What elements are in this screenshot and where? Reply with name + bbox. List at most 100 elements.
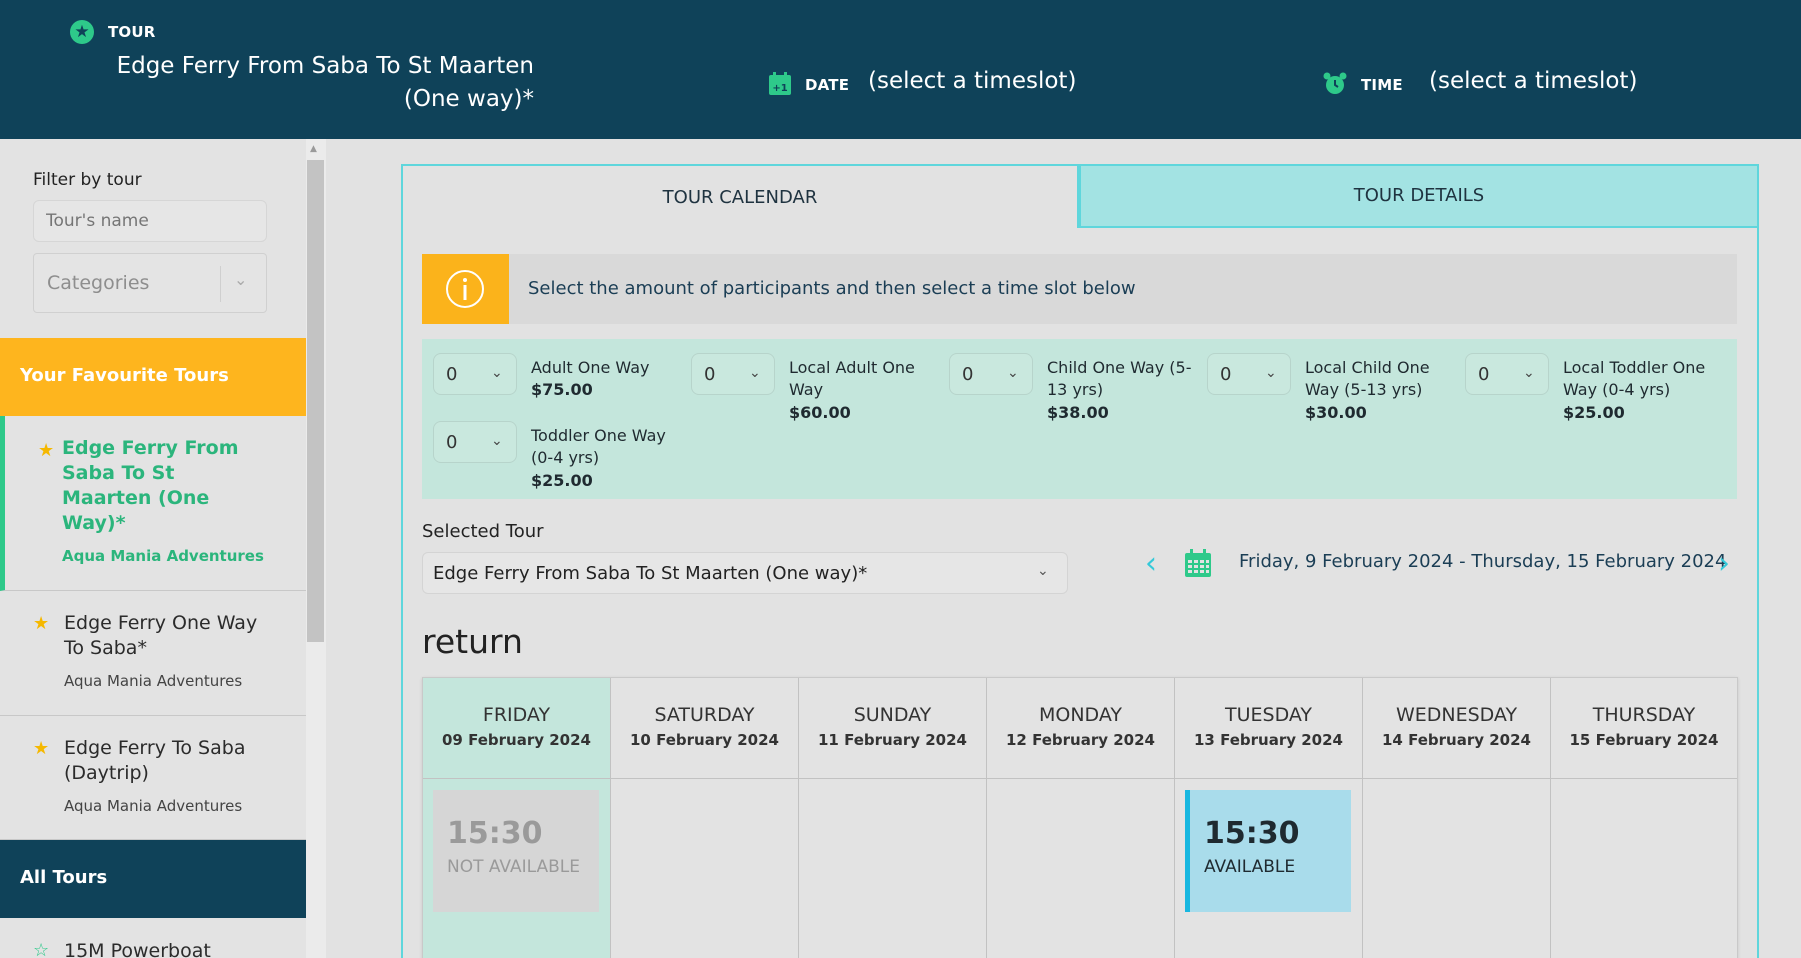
categories-select[interactable]: Categories ⌄ [33, 253, 267, 313]
slot-time: 15:30 [447, 816, 543, 851]
quantity-select[interactable]: 0 ⌄ [949, 353, 1033, 395]
participant-price: $60.00 [789, 403, 851, 422]
day-date: 14 February 2024 [1382, 731, 1531, 749]
participant-price: $30.00 [1305, 403, 1367, 422]
day-name: THURSDAY [1592, 704, 1696, 726]
day-header: MONDAY 12 February 2024 [987, 678, 1174, 779]
chevron-down-icon: ⌄ [1265, 365, 1277, 381]
day-header: FRIDAY 09 February 2024 [423, 678, 610, 779]
quantity-select[interactable]: 0 ⌄ [1465, 353, 1549, 395]
selected-tour-select[interactable]: Edge Ferry From Saba To St Maarten (One … [422, 552, 1068, 594]
tab-tour-calendar[interactable]: TOUR CALENDAR [401, 164, 1079, 228]
quantity-select[interactable]: 0 ⌄ [433, 353, 517, 395]
day-column-monday: MONDAY 12 February 2024 [987, 678, 1175, 958]
scrollbar-thumb[interactable] [307, 160, 324, 642]
day-name: SATURDAY [654, 704, 755, 726]
quantity-select[interactable]: 0 ⌄ [433, 421, 517, 463]
day-name: FRIDAY [482, 704, 551, 726]
participants-panel: 0 ⌄ Adult One Way $75.00 0 ⌄ Local Adult O… [422, 339, 1737, 499]
day-name: MONDAY [1039, 704, 1122, 726]
star-icon[interactable]: ★ [33, 613, 49, 634]
timeslot-available[interactable]: 15:30 AVAILABLE [1185, 790, 1351, 912]
day-date: 11 February 2024 [818, 731, 967, 749]
chevron-down-icon: ⌄ [1007, 365, 1019, 381]
scroll-up-icon[interactable]: ▲ [310, 144, 317, 154]
day-header: TUESDAY 13 February 2024 [1175, 678, 1362, 779]
day-column-thursday: THURSDAY 15 February 2024 [1551, 678, 1737, 958]
participant-price: $38.00 [1047, 403, 1109, 422]
quantity-value: 0 [1220, 364, 1232, 385]
week-calendar: FRIDAY 09 February 2024 15:30 NOT AVAILA… [422, 677, 1738, 958]
info-icon-box [422, 254, 509, 324]
info-icon [446, 270, 484, 308]
chevron-down-icon[interactable]: ⌄ [234, 270, 247, 289]
favourite-tour-title: Edge Ferry From Saba To St Maarten (One … [62, 437, 239, 534]
select-divider [220, 266, 221, 302]
participant-name: Adult One Way [531, 358, 650, 377]
favourite-tour-company: Aqua Mania Adventures [62, 547, 264, 565]
day-header: THURSDAY 15 February 2024 [1551, 678, 1737, 779]
quantity-select[interactable]: 0 ⌄ [1207, 353, 1291, 395]
participant-name: Local Toddler One Way (0-4 yrs) [1563, 358, 1706, 399]
day-column-tuesday: TUESDAY 13 February 2024 15:30 AVAILABLE [1175, 678, 1363, 958]
tab-tour-details[interactable]: TOUR DETAILS [1079, 164, 1759, 228]
star-outline-icon[interactable]: ☆ [33, 940, 49, 958]
day-column-saturday: SATURDAY 10 February 2024 [611, 678, 799, 958]
star-icon[interactable]: ★ [33, 738, 49, 759]
next-week-icon[interactable]: › [1718, 546, 1730, 581]
day-column-friday: FRIDAY 09 February 2024 15:30 NOT AVAILA… [423, 678, 611, 958]
favourite-tour-company: Aqua Mania Adventures [64, 672, 243, 690]
participant-name: Local Child One Way (5-13 yrs) [1305, 358, 1430, 399]
timeslot-unavailable: 15:30 NOT AVAILABLE [433, 790, 599, 912]
day-header: SATURDAY 10 February 2024 [611, 678, 798, 779]
quantity-value: 0 [962, 364, 974, 385]
tour-search-input[interactable] [33, 200, 267, 242]
calendar-icon[interactable] [1183, 548, 1213, 578]
tour-value: Edge Ferry From Saba To St Maarten (One … [116, 53, 534, 112]
booking-header: ★ TOUR Edge Ferry From Saba To St Maarte… [0, 0, 1801, 139]
categories-placeholder: Categories [47, 272, 150, 294]
favourite-tour-title: Edge Ferry One Way To Saba* [64, 612, 258, 659]
chevron-down-icon[interactable]: ⌄ [1037, 563, 1049, 579]
favourite-tour-title: Edge Ferry To Saba (Daytrip) [64, 737, 246, 784]
all-tours-header: All Tours [0, 840, 306, 918]
favourite-tour-item[interactable]: ★ Edge Ferry From Saba To St Maarten (On… [0, 416, 306, 591]
day-name: WEDNESDAY [1395, 704, 1518, 726]
tour-label: TOUR [108, 23, 156, 41]
quantity-value: 0 [704, 364, 716, 385]
day-name: TUESDAY [1224, 704, 1312, 726]
favourites-header: Your Favourite Tours [0, 338, 306, 416]
favourite-tour-company: Aqua Mania Adventures [64, 797, 243, 815]
participant-name: Local Adult One Way [789, 358, 915, 399]
star-icon: ★ [70, 20, 94, 44]
day-column-wednesday: WEDNESDAY 14 February 2024 [1363, 678, 1551, 958]
favourite-tour-item[interactable]: ★ Edge Ferry One Way To Saba* Aqua Mania… [0, 591, 306, 716]
chevron-down-icon: ⌄ [1523, 365, 1535, 381]
selected-tour-label: Selected Tour [422, 521, 544, 542]
participant-name: Toddler One Way (0-4 yrs) [531, 426, 666, 467]
day-date: 13 February 2024 [1194, 731, 1343, 749]
chevron-down-icon: ⌄ [491, 433, 503, 449]
time-value: (select a timeslot) [1429, 68, 1638, 94]
participant-price: $75.00 [531, 380, 593, 399]
quantity-value: 0 [446, 432, 458, 453]
star-icon[interactable]: ★ [38, 440, 54, 461]
day-date: 10 February 2024 [630, 731, 779, 749]
info-banner: Select the amount of participants and th… [422, 254, 1737, 324]
quantity-select[interactable]: 0 ⌄ [691, 353, 775, 395]
tour-list-item[interactable]: 15M Powerboat [64, 940, 211, 958]
day-date: 09 February 2024 [442, 731, 591, 749]
participant-price: $25.00 [1563, 403, 1625, 422]
previous-week-icon[interactable]: ‹ [1145, 546, 1157, 581]
chevron-down-icon: ⌄ [491, 365, 503, 381]
info-text: Select the amount of participants and th… [528, 278, 1136, 299]
quantity-value: 0 [446, 364, 458, 385]
day-date: 12 February 2024 [1006, 731, 1155, 749]
slot-status: NOT AVAILABLE [447, 857, 580, 877]
day-date: 15 February 2024 [1569, 731, 1719, 749]
date-range: Friday, 9 February 2024 - Thursday, 15 F… [1239, 551, 1727, 572]
favourite-tour-item[interactable]: ★ Edge Ferry To Saba (Daytrip) Aqua Mani… [0, 716, 306, 840]
quantity-value: 0 [1478, 364, 1490, 385]
slot-time: 15:30 [1204, 816, 1300, 851]
day-column-sunday: SUNDAY 11 February 2024 [799, 678, 987, 958]
